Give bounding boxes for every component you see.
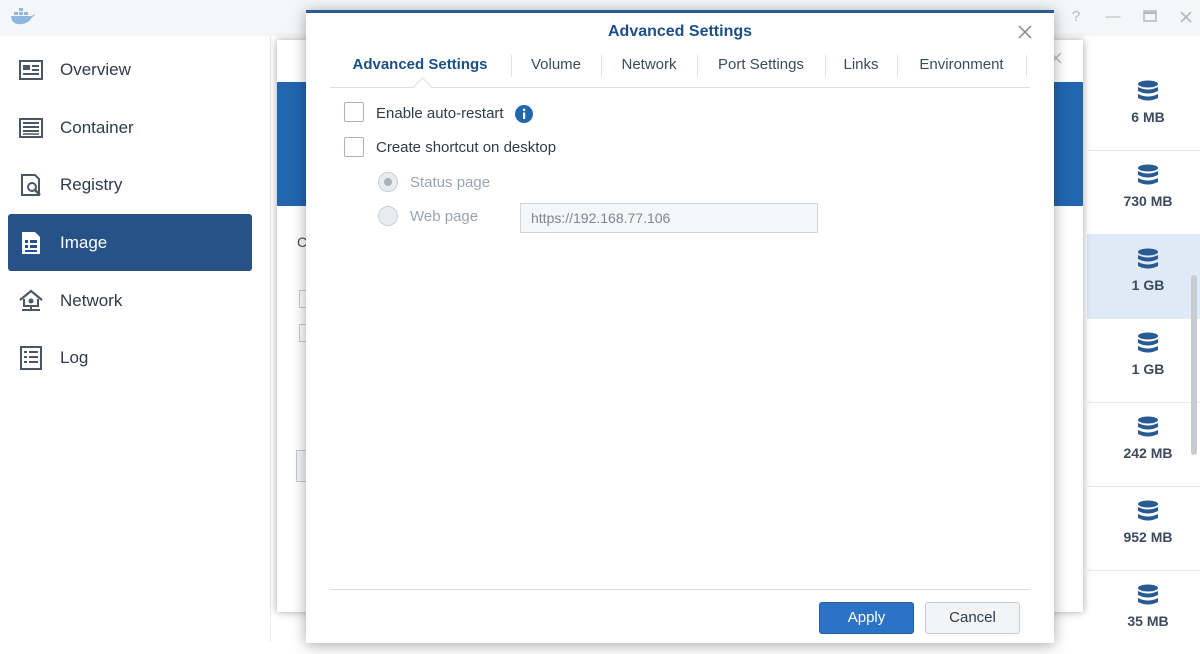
database-icon <box>1138 164 1158 185</box>
sidebar-item-label: Network <box>60 290 123 310</box>
image-size: 952 MB <box>1123 529 1173 545</box>
sidebar-item-image[interactable]: Image <box>8 214 252 271</box>
image-size: 35 MB <box>1127 613 1169 629</box>
help-icon[interactable]: ? <box>1066 8 1086 25</box>
status-page-label: Status page <box>410 174 491 191</box>
status-page-radio[interactable] <box>378 172 398 192</box>
window-close-icon[interactable] <box>1176 11 1196 23</box>
sidebar-item-registry[interactable]: Registry <box>8 156 252 213</box>
list-item[interactable]: 242 MB <box>1087 402 1200 487</box>
sidebar-item-overview[interactable]: Overview <box>8 41 252 98</box>
close-icon[interactable] <box>1017 24 1033 40</box>
tab-bar: Advanced Settings Volume Network Port Se… <box>330 51 1030 96</box>
scrollbar[interactable] <box>1191 275 1197 455</box>
sidebar-item-label: Registry <box>60 174 123 194</box>
cancel-button[interactable]: Cancel <box>925 602 1020 634</box>
advanced-settings-dialog: Advanced Settings Advanced Settings Volu… <box>306 10 1054 643</box>
list-item[interactable]: 1 GB <box>1087 234 1200 319</box>
image-size: 6 MB <box>1131 109 1165 125</box>
sidebar-item-log[interactable]: Log <box>8 329 252 386</box>
web-page-label: Web page <box>410 208 479 225</box>
list-item[interactable]: 6 MB <box>1087 66 1200 151</box>
network-icon <box>18 288 44 314</box>
registry-icon <box>18 172 44 198</box>
sidebar-item-container[interactable]: Container <box>8 99 252 156</box>
database-icon <box>1138 80 1158 101</box>
image-size: 1 GB <box>1131 361 1165 377</box>
create-shortcut-label[interactable]: Create shortcut on desktop <box>376 139 556 156</box>
maximize-icon[interactable] <box>1140 10 1160 22</box>
database-icon <box>1138 584 1158 605</box>
footer-divider <box>330 589 1030 590</box>
apply-button[interactable]: Apply <box>819 602 914 634</box>
image-size: 730 MB <box>1123 193 1173 209</box>
tab-volume[interactable]: Volume <box>512 51 600 87</box>
database-icon <box>1138 416 1158 437</box>
database-icon <box>1138 248 1158 269</box>
image-icon <box>18 230 44 256</box>
container-icon <box>18 115 44 141</box>
image-size: 1 GB <box>1131 277 1165 293</box>
tab-environment[interactable]: Environment <box>898 51 1025 87</box>
database-icon <box>1138 332 1158 353</box>
dialog-title: Advanced Settings <box>607 23 753 40</box>
tab-port-settings[interactable]: Port Settings <box>698 51 824 87</box>
tab-links[interactable]: Links <box>826 51 896 87</box>
enable-auto-restart-label[interactable]: Enable auto-restart <box>376 105 504 122</box>
create-shortcut-checkbox[interactable] <box>344 137 364 157</box>
enable-auto-restart-checkbox[interactable] <box>344 102 364 122</box>
list-item[interactable]: 35 MB <box>1087 570 1200 654</box>
image-size-list: 6 MB 730 MB 1 GB 1 GB 242 MB 952 MB 35 M… <box>1087 66 1200 642</box>
sidebar-item-label: Overview <box>60 59 131 79</box>
sidebar-item-network[interactable]: Network <box>8 272 252 329</box>
minimize-icon[interactable]: — <box>1103 8 1123 25</box>
list-item[interactable]: 730 MB <box>1087 150 1200 235</box>
image-size: 242 MB <box>1123 445 1173 461</box>
database-icon <box>1138 500 1158 521</box>
sidebar-item-label: Container <box>60 117 134 137</box>
sidebar: Overview Container Registry Image Networ… <box>0 36 270 642</box>
sidebar-item-label: Log <box>60 347 89 367</box>
log-icon <box>18 345 44 371</box>
web-page-radio[interactable] <box>378 206 398 226</box>
sidebar-item-label: Image <box>60 232 108 252</box>
tab-network[interactable]: Network <box>602 51 696 87</box>
list-item[interactable]: 1 GB <box>1087 318 1200 403</box>
docker-logo-icon <box>11 8 35 25</box>
web-page-url-input[interactable] <box>520 203 818 233</box>
overview-icon <box>18 57 44 83</box>
list-item[interactable]: 952 MB <box>1087 486 1200 571</box>
tab-separator <box>1026 55 1027 77</box>
info-icon[interactable] <box>515 105 533 123</box>
